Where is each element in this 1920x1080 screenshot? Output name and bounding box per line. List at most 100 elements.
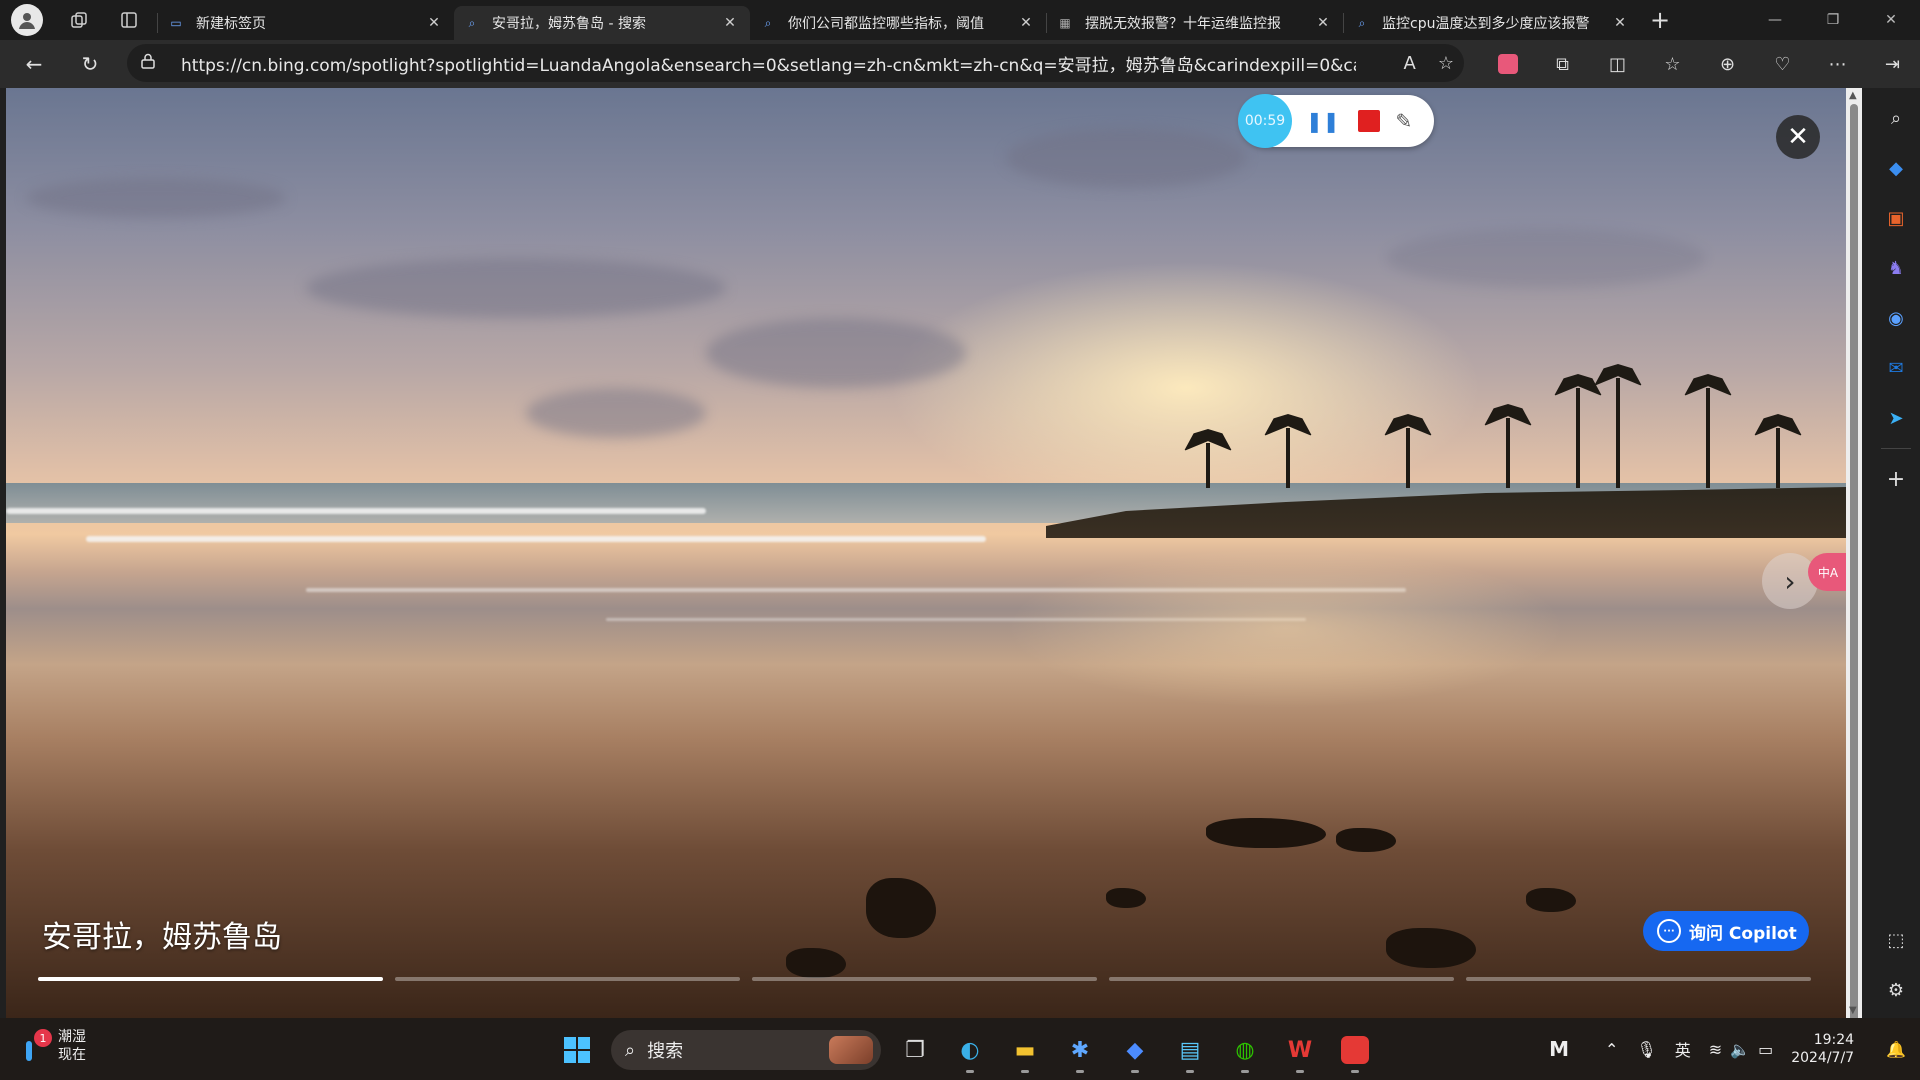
taskbar-search-box[interactable]: ⌕ 搜索 <box>611 1030 881 1070</box>
collections-icon[interactable]: ⊕ <box>1700 54 1755 75</box>
tab-title: 新建标签页 <box>196 16 266 32</box>
microphone-icon[interactable]: 🎙 <box>1636 1040 1656 1059</box>
scroll-down-icon[interactable]: ▼ <box>1849 1005 1857 1016</box>
sidebar-divider <box>1881 448 1911 449</box>
search-placeholder: 搜索 <box>647 1041 684 1062</box>
weather-condition: 潮湿 <box>58 1029 86 1045</box>
translate-extension-icon[interactable] <box>1480 54 1535 74</box>
progress-segment[interactable] <box>752 977 1097 981</box>
close-tab-icon[interactable]: ✕ <box>1016 15 1036 31</box>
windows-taskbar: 1 潮湿 现在 ⌕ 搜索 ❐ ◐ ▬ ✱ ◆ ▤ ◍ W M ⌃ 🎙 英 ≋ 🔈… <box>0 1018 1920 1080</box>
split-screen-icon[interactable]: ◫ <box>1590 54 1645 75</box>
palm-tree <box>1406 428 1410 488</box>
outlook-icon[interactable]: ✉ <box>1876 348 1916 388</box>
pen-icon[interactable]: ✎ <box>1396 109 1413 133</box>
edge-browser-icon[interactable]: ◐ <box>949 1029 991 1073</box>
palm-tree <box>1576 388 1580 488</box>
battery-icon[interactable]: ▭ <box>1758 1040 1773 1059</box>
task-view-icon[interactable]: ❐ <box>894 1029 936 1071</box>
progress-segment[interactable] <box>38 977 383 981</box>
tab-cpu-temperature[interactable]: ⌕ 监控cpu温度达到多少度应该报警 ✕ <box>1344 6 1640 40</box>
weather-text: 潮湿 现在 <box>58 1028 86 1064</box>
new-tab-button[interactable]: + <box>1640 0 1680 40</box>
chevron-up-icon[interactable]: ⌃ <box>1605 1040 1618 1059</box>
close-spotlight-button[interactable]: ✕ <box>1776 115 1820 159</box>
progress-segment[interactable] <box>1466 977 1811 981</box>
drop-send-icon[interactable]: ➤ <box>1876 398 1916 438</box>
huawei-app-icon[interactable] <box>1334 1029 1376 1073</box>
extensions-icon[interactable]: ⧉ <box>1535 54 1590 75</box>
browser-essentials-icon[interactable]: ♡ <box>1755 54 1810 75</box>
progress-segment[interactable] <box>395 977 740 981</box>
recording-timer: 00:59 <box>1238 94 1292 148</box>
favorites-icon[interactable]: ☆ <box>1645 54 1700 75</box>
cloud <box>1006 128 1246 188</box>
wifi-icon[interactable]: ≋ <box>1709 1040 1722 1059</box>
stop-recording-button[interactable] <box>1357 110 1380 132</box>
sidebar-toggle-icon[interactable]: ⇥ <box>1865 54 1920 75</box>
ask-copilot-button[interactable]: ··· 询问 Copilot <box>1643 911 1809 951</box>
scroll-up-icon[interactable]: ▲ <box>1849 90 1857 101</box>
wechat-icon[interactable]: ◍ <box>1224 1029 1266 1073</box>
minimize-icon[interactable]: — <box>1746 0 1804 40</box>
lock-icon[interactable] <box>141 53 161 73</box>
scrollbar-thumb[interactable] <box>1850 104 1858 1024</box>
sidebar-search-icon[interactable]: ⌕ <box>1876 98 1916 138</box>
games-chess-icon[interactable]: ♞ <box>1876 248 1916 288</box>
refresh-icon[interactable]: ↻ <box>68 44 112 84</box>
tab-bing-search[interactable]: ⌕ 安哥拉，姆苏鲁岛 - 搜索 ✕ <box>454 6 750 40</box>
tab-monitoring-metrics[interactable]: ⌕ 你们公司都监控哪些指标，阈值 ✕ <box>750 6 1046 40</box>
close-window-icon[interactable]: ✕ <box>1862 0 1920 40</box>
progress-segment[interactable] <box>1109 977 1454 981</box>
tab-title: 监控cpu温度达到多少度应该报警 <box>1382 16 1590 32</box>
notification-bell-icon[interactable]: 🔔 <box>1886 1040 1906 1059</box>
wps-office-icon[interactable]: W <box>1279 1029 1321 1073</box>
copilot-tray-icon[interactable]: M <box>1549 1037 1569 1061</box>
notepad-icon[interactable]: ▤ <box>1169 1029 1211 1073</box>
volume-icon[interactable]: 🔈 <box>1730 1040 1750 1059</box>
maximize-icon[interactable]: ❐ <box>1804 0 1862 40</box>
add-app-icon[interactable]: + <box>1876 459 1916 499</box>
rock <box>1106 888 1146 908</box>
close-tab-icon[interactable]: ✕ <box>1610 15 1630 31</box>
microsoft-365-icon[interactable]: ◉ <box>1876 298 1916 338</box>
screenshot-icon[interactable]: ⬚ <box>1876 920 1916 960</box>
more-options-icon[interactable]: ⋯ <box>1810 54 1865 75</box>
search-icon: ⌕ <box>625 1039 636 1061</box>
profile-avatar-icon[interactable] <box>11 4 43 36</box>
vertical-scrollbar[interactable]: ▲ ▼ <box>1846 88 1862 1024</box>
chat-bubble-icon: ··· <box>1657 919 1681 943</box>
pause-icon[interactable]: ❚❚ <box>1306 109 1340 133</box>
url-text[interactable]: https://cn.bing.com/spotlight?spotlighti… <box>181 51 1356 76</box>
file-explorer-icon[interactable]: ▬ <box>1004 1029 1046 1073</box>
weather-widget[interactable]: 1 潮湿 现在 <box>22 1028 86 1064</box>
workspaces-icon[interactable] <box>59 0 99 40</box>
tab-alert-article[interactable]: ▦ 摆脱无效报警？十年运维监控报 ✕ <box>1047 6 1343 40</box>
start-windows-icon[interactable] <box>556 1029 598 1071</box>
back-icon[interactable]: ← <box>12 44 56 84</box>
close-tab-icon[interactable]: ✕ <box>1313 15 1333 31</box>
tab-new-tab[interactable]: ▭ 新建标签页 ✕ <box>158 6 454 40</box>
rock <box>1526 888 1576 912</box>
image-caption: 安哥拉，姆苏鲁岛 <box>42 920 282 955</box>
settings-gear-icon[interactable]: ⚙ <box>1876 970 1916 1010</box>
app-switcher-icon[interactable]: ✱ <box>1059 1029 1101 1073</box>
vertical-tabs-icon[interactable] <box>109 0 149 40</box>
address-bar[interactable]: https://cn.bing.com/spotlight?spotlighti… <box>127 44 1464 82</box>
shopping-tag-icon[interactable]: ◆ <box>1876 148 1916 188</box>
read-aloud-icon[interactable]: A <box>1404 53 1416 74</box>
close-tab-icon[interactable]: ✕ <box>424 15 444 31</box>
favorite-star-icon[interactable]: ☆ <box>1438 53 1454 74</box>
notes-app-icon[interactable]: ◆ <box>1114 1029 1156 1073</box>
palm-tree <box>1506 418 1510 488</box>
close-tab-icon[interactable]: ✕ <box>720 15 740 31</box>
window-controls: — ❐ ✕ <box>1746 0 1920 40</box>
input-method-indicator[interactable]: 英 <box>1675 1037 1691 1061</box>
search-highlight-icon <box>829 1036 873 1064</box>
tools-briefcase-icon[interactable]: ▣ <box>1876 198 1916 238</box>
search-icon: ⌕ <box>1358 15 1366 30</box>
screen-recorder-toolbar: 00:59 ❚❚ ✎ <box>1238 94 1434 148</box>
translate-floating-icon[interactable]: 中A <box>1808 553 1848 591</box>
clock[interactable]: 19:24 2024/7/7 <box>1791 1031 1872 1067</box>
cloud <box>306 258 726 318</box>
